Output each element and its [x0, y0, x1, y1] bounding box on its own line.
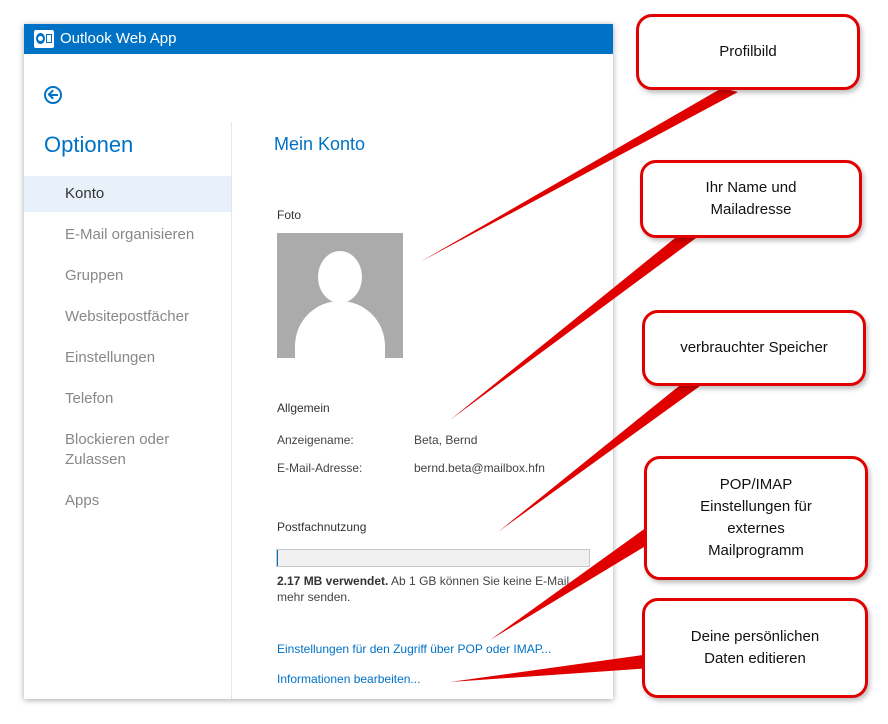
- arrow-popimap: [490, 522, 662, 640]
- callout-name-mail: Ihr Name und Mailadresse: [640, 160, 862, 238]
- arrow-personal: [450, 654, 652, 682]
- callout-profile: Profilbild: [636, 14, 860, 90]
- callout-storage: verbrauchter Speicher: [642, 310, 866, 386]
- callout-personal-data: Deine persönlichen Daten editieren: [642, 598, 868, 698]
- callout-pop-imap: POP/IMAP Einstellungen für externes Mail…: [644, 456, 868, 580]
